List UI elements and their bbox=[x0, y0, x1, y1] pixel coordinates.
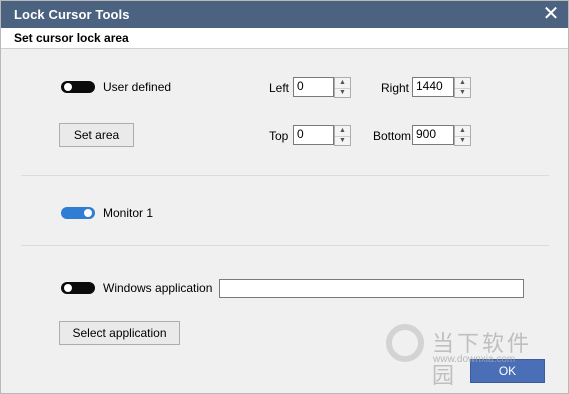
right-spinner[interactable]: ▲ ▼ bbox=[454, 77, 471, 98]
toggle-knob bbox=[64, 83, 72, 91]
left-input[interactable]: 0 bbox=[293, 77, 334, 97]
left-spinner[interactable]: ▲ ▼ bbox=[334, 77, 351, 98]
divider bbox=[21, 175, 549, 176]
application-input[interactable] bbox=[219, 279, 524, 298]
top-label: Top bbox=[269, 129, 289, 143]
monitor-toggle[interactable] bbox=[61, 207, 95, 219]
toggle-knob bbox=[64, 284, 72, 292]
top-spinner[interactable]: ▲ ▼ bbox=[334, 125, 351, 146]
select-application-button[interactable]: Select application bbox=[59, 321, 180, 345]
settings-panel: User defined Set area Left 0 ▲ ▼ Right 1… bbox=[1, 49, 568, 393]
section-title: Set cursor lock area bbox=[14, 31, 129, 45]
window-title: Lock Cursor Tools bbox=[14, 7, 130, 22]
right-label: Right bbox=[381, 81, 410, 95]
set-area-button[interactable]: Set area bbox=[59, 123, 134, 147]
top-input[interactable]: 0 bbox=[293, 125, 334, 145]
ok-button[interactable]: OK bbox=[470, 359, 545, 383]
bottom-label: Bottom bbox=[373, 129, 412, 143]
bottom-spinner[interactable]: ▲ ▼ bbox=[454, 125, 471, 146]
close-icon[interactable]: ✕ bbox=[540, 3, 562, 25]
spin-down-icon[interactable]: ▼ bbox=[455, 136, 470, 146]
section-header: Set cursor lock area bbox=[1, 28, 568, 49]
spin-down-icon[interactable]: ▼ bbox=[335, 88, 350, 98]
monitor-label: Monitor 1 bbox=[103, 206, 154, 220]
spin-down-icon[interactable]: ▼ bbox=[335, 136, 350, 146]
user-defined-toggle[interactable] bbox=[61, 81, 95, 93]
right-input[interactable]: 1440 bbox=[412, 77, 454, 97]
left-label: Left bbox=[269, 81, 290, 95]
spin-down-icon[interactable]: ▼ bbox=[455, 88, 470, 98]
bottom-input[interactable]: 900 bbox=[412, 125, 454, 145]
app-window: Lock Cursor Tools ✕ Set cursor lock area… bbox=[0, 0, 569, 394]
windows-app-toggle[interactable] bbox=[61, 282, 95, 294]
user-defined-label: User defined bbox=[103, 80, 172, 94]
toggle-knob bbox=[84, 209, 92, 217]
windows-app-label: Windows application bbox=[103, 281, 213, 295]
title-bar: Lock Cursor Tools ✕ bbox=[1, 1, 568, 28]
divider bbox=[21, 245, 549, 246]
